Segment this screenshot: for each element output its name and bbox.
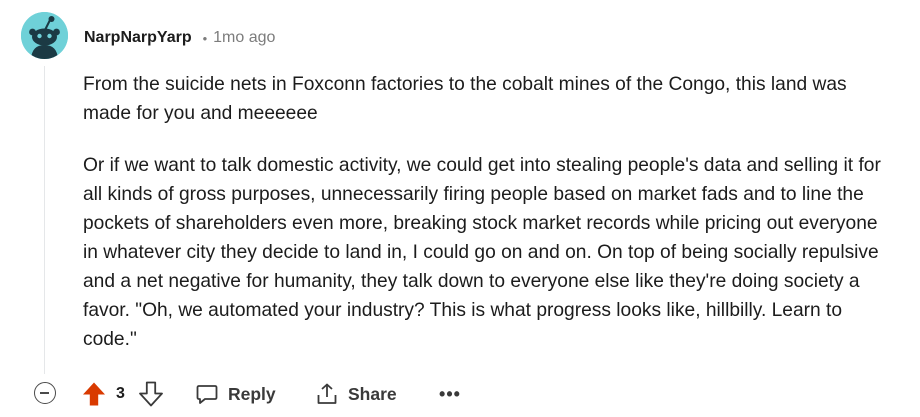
comment-bubble-icon	[196, 385, 218, 404]
collapse-minus-icon[interactable]	[34, 382, 56, 404]
user-avatar[interactable]	[21, 12, 68, 59]
more-dots-icon[interactable]: •••	[438, 382, 462, 406]
reply-button[interactable]: Reply	[195, 380, 276, 408]
comment-timestamp[interactable]: 1mo ago	[213, 29, 275, 47]
comment-action-bar: 3 Reply Share •••	[0, 376, 920, 412]
comment-meta: NarpNarpYarp • 1mo ago	[84, 27, 275, 49]
upvote-button[interactable]	[82, 381, 106, 407]
vote-score: 3	[116, 385, 125, 402]
thread-line[interactable]	[44, 66, 45, 374]
upvote-arrow-icon	[83, 382, 105, 406]
comment-paragraph: From the suicide nets in Foxconn factori…	[83, 74, 847, 124]
share-icon	[317, 383, 337, 404]
downvote-arrow-icon	[139, 381, 163, 407]
reply-label: Reply	[228, 383, 276, 404]
comment-body: From the suicide nets in Foxconn factori…	[83, 70, 893, 354]
snoo-avatar-icon	[21, 12, 68, 59]
downvote-button[interactable]	[139, 381, 163, 407]
comment-paragraph: Or if we want to talk domestic activity,…	[83, 155, 881, 350]
meta-separator: •	[202, 30, 208, 46]
share-button[interactable]: Share	[315, 380, 397, 408]
share-label: Share	[348, 383, 397, 404]
author-name[interactable]: NarpNarpYarp	[84, 29, 192, 47]
